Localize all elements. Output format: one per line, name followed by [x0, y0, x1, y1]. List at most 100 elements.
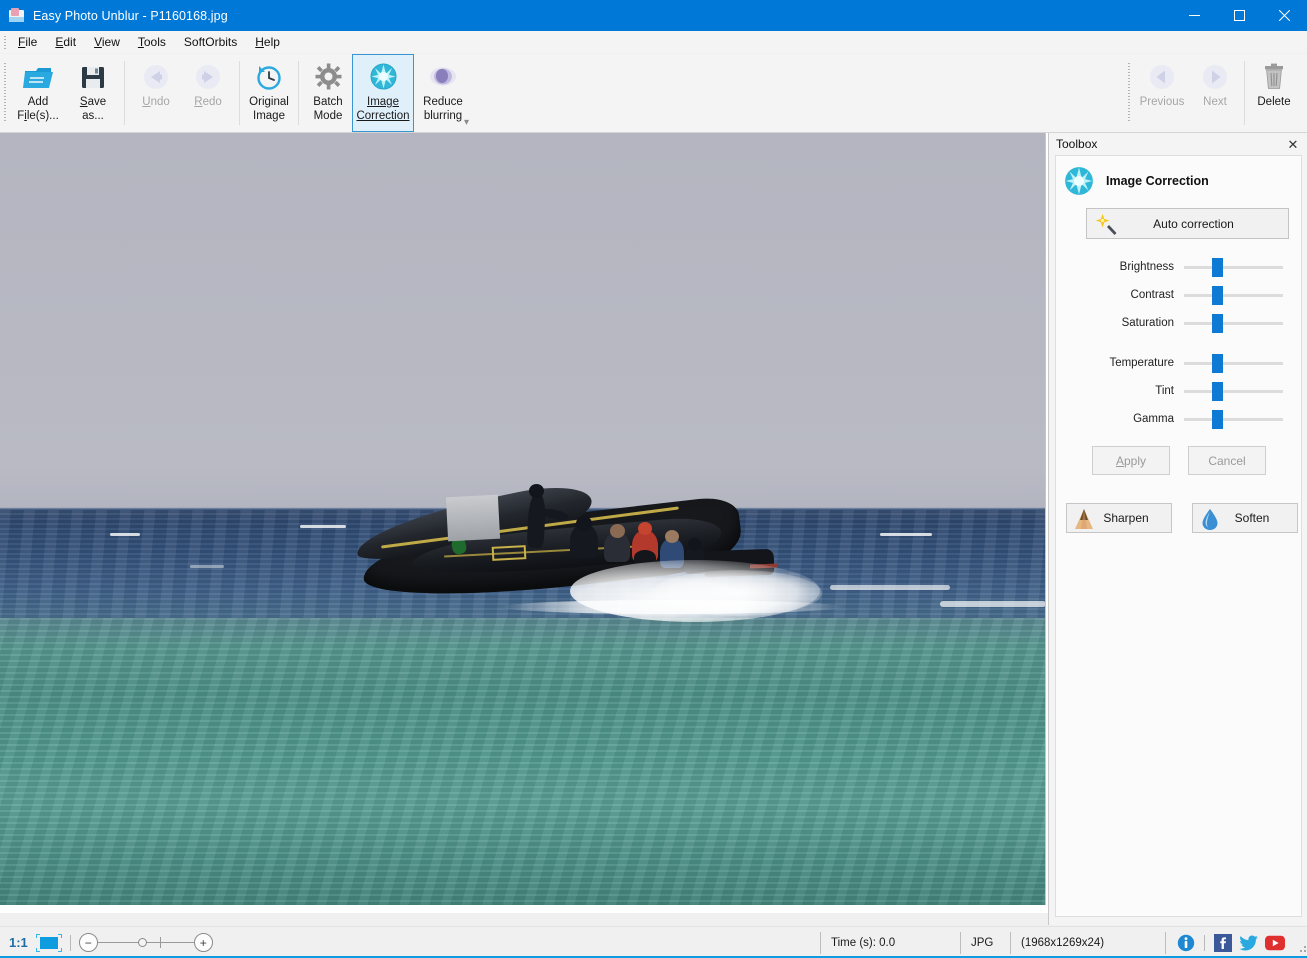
- previous-arrow-icon: [1148, 60, 1176, 93]
- zoom-slider-handle[interactable]: [138, 938, 147, 947]
- status-bar: 1:1 − + Time (s): 0.0 JPG (1968x1269x24): [0, 926, 1307, 958]
- reduce-blurring-label-line1: Reduce: [423, 96, 463, 108]
- toolbar-grip-handle-right[interactable]: [1124, 54, 1133, 132]
- apply-button[interactable]: Apply: [1092, 446, 1170, 475]
- minimize-icon[interactable]: [1172, 0, 1217, 31]
- image-dimensions-status: (1968x1269x24): [1010, 932, 1165, 954]
- floppy-disk-icon: [80, 60, 106, 93]
- sea-near-region: [0, 618, 1045, 905]
- slider-track: [1184, 362, 1283, 365]
- slider-track: [1184, 294, 1283, 297]
- gamma-slider[interactable]: [1184, 409, 1283, 429]
- saturation-label: Saturation: [1056, 317, 1184, 329]
- sharpen-soften-row: Sharpen Soften: [1066, 503, 1301, 533]
- toolbar-divider: [298, 61, 299, 125]
- add-files-label-line1: Add: [28, 96, 48, 108]
- reduce-blurring-button[interactable]: Reduce blurring ▾: [414, 54, 472, 132]
- clock-revert-icon: [255, 60, 283, 93]
- undo-button[interactable]: Undo: [130, 54, 182, 132]
- slider-thumb[interactable]: [1212, 410, 1223, 429]
- boat-group: [352, 488, 812, 618]
- gamma-label: Gamma: [1056, 413, 1184, 425]
- delete-button[interactable]: Delete: [1250, 54, 1298, 132]
- youtube-icon[interactable]: [1265, 933, 1285, 953]
- toolbox-title: Toolbox: [1056, 137, 1097, 151]
- slider-row-brightness: Brightness: [1056, 257, 1301, 277]
- zoom-slider-group[interactable]: − +: [79, 933, 213, 952]
- magic-wand-icon: [1095, 213, 1119, 237]
- save-as-label-line2: as...: [82, 110, 104, 122]
- slider-row-tint: Tint: [1056, 381, 1301, 401]
- redo-button[interactable]: Redo: [182, 54, 234, 132]
- menu-item-view[interactable]: View: [85, 32, 129, 52]
- person-head: [688, 538, 701, 551]
- slider-track: [1184, 266, 1283, 269]
- close-icon[interactable]: [1262, 0, 1307, 31]
- next-button[interactable]: Next: [1191, 54, 1239, 132]
- sharpen-button[interactable]: Sharpen: [1066, 503, 1172, 533]
- slider-row-temperature: Temperature: [1056, 353, 1301, 373]
- tint-slider[interactable]: [1184, 381, 1283, 401]
- batch-mode-button[interactable]: Batch Mode: [304, 54, 352, 132]
- slider-row-saturation: Saturation: [1056, 313, 1301, 333]
- brightness-slider[interactable]: [1184, 257, 1283, 277]
- slider-thumb[interactable]: [1212, 258, 1223, 277]
- slider-thumb[interactable]: [1212, 354, 1223, 373]
- toolbar-grip-handle[interactable]: [0, 54, 9, 132]
- menu-item-softorbits[interactable]: SoftOrbits: [175, 32, 246, 52]
- boat-grab-handle: [492, 545, 527, 561]
- photo-image[interactable]: [0, 133, 1046, 905]
- toolbar-overflow-chevron[interactable]: ▾: [464, 117, 469, 128]
- menu-item-help[interactable]: Help: [246, 32, 289, 52]
- menu-item-file[interactable]: File: [9, 32, 46, 52]
- person-head: [610, 524, 625, 538]
- menu-item-edit[interactable]: Edit: [46, 32, 85, 52]
- menu-grip-handle[interactable]: [0, 31, 9, 54]
- zoom-slider-track[interactable]: [98, 942, 194, 943]
- file-format-status: JPG: [960, 932, 1010, 954]
- batch-mode-label-line1: Batch: [313, 96, 342, 108]
- starburst-gem-icon: [370, 60, 397, 93]
- fit-to-window-icon[interactable]: [36, 934, 62, 952]
- facebook-icon[interactable]: [1213, 933, 1233, 953]
- person-head: [638, 522, 652, 535]
- gear-icon: [315, 60, 342, 93]
- image-correction-button[interactable]: Image Correction: [352, 54, 414, 132]
- original-image-label-line1: Original: [249, 96, 289, 108]
- whitecap: [940, 601, 1046, 607]
- whitecap: [300, 525, 346, 528]
- soften-button[interactable]: Soften: [1192, 503, 1298, 533]
- menu-item-tools[interactable]: Tools: [129, 32, 175, 52]
- status-divider: [1204, 935, 1205, 951]
- original-image-button[interactable]: Original Image: [245, 54, 293, 132]
- add-files-button[interactable]: Add File(s)...: [9, 54, 67, 132]
- info-icon[interactable]: [1176, 933, 1196, 953]
- cancel-button[interactable]: Cancel: [1188, 446, 1266, 475]
- brightness-label: Brightness: [1056, 261, 1184, 273]
- social-links-group: [1165, 932, 1307, 954]
- trash-icon: [1262, 60, 1286, 93]
- slider-thumb[interactable]: [1212, 286, 1223, 305]
- boat-wake: [502, 600, 842, 614]
- save-as-button[interactable]: Saveas...: [67, 54, 119, 132]
- blur-circle-icon: [428, 60, 458, 93]
- section-title: Image Correction: [1106, 174, 1209, 188]
- slider-track: [1184, 322, 1283, 325]
- zoom-in-button[interactable]: +: [194, 933, 213, 952]
- previous-button[interactable]: Previous: [1133, 54, 1191, 132]
- toolbox-close-icon[interactable]: ✕: [1285, 136, 1301, 152]
- maximize-icon[interactable]: [1217, 0, 1262, 31]
- contrast-slider[interactable]: [1184, 285, 1283, 305]
- toolbox-body: Image Correction Auto correction Brightn…: [1055, 155, 1302, 917]
- temperature-slider[interactable]: [1184, 353, 1283, 373]
- slider-thumb[interactable]: [1212, 382, 1223, 401]
- twitter-icon[interactable]: [1239, 933, 1259, 953]
- saturation-slider[interactable]: [1184, 313, 1283, 333]
- slider-thumb[interactable]: [1212, 314, 1223, 333]
- starburst-gem-icon: [1064, 166, 1094, 196]
- auto-correction-button[interactable]: Auto correction: [1086, 208, 1289, 239]
- image-canvas-area[interactable]: ‹ ›: [0, 133, 1048, 913]
- toolbox-header: Toolbox ✕: [1049, 133, 1307, 155]
- resize-grip[interactable]: [1293, 933, 1307, 953]
- zoom-out-button[interactable]: −: [79, 933, 98, 952]
